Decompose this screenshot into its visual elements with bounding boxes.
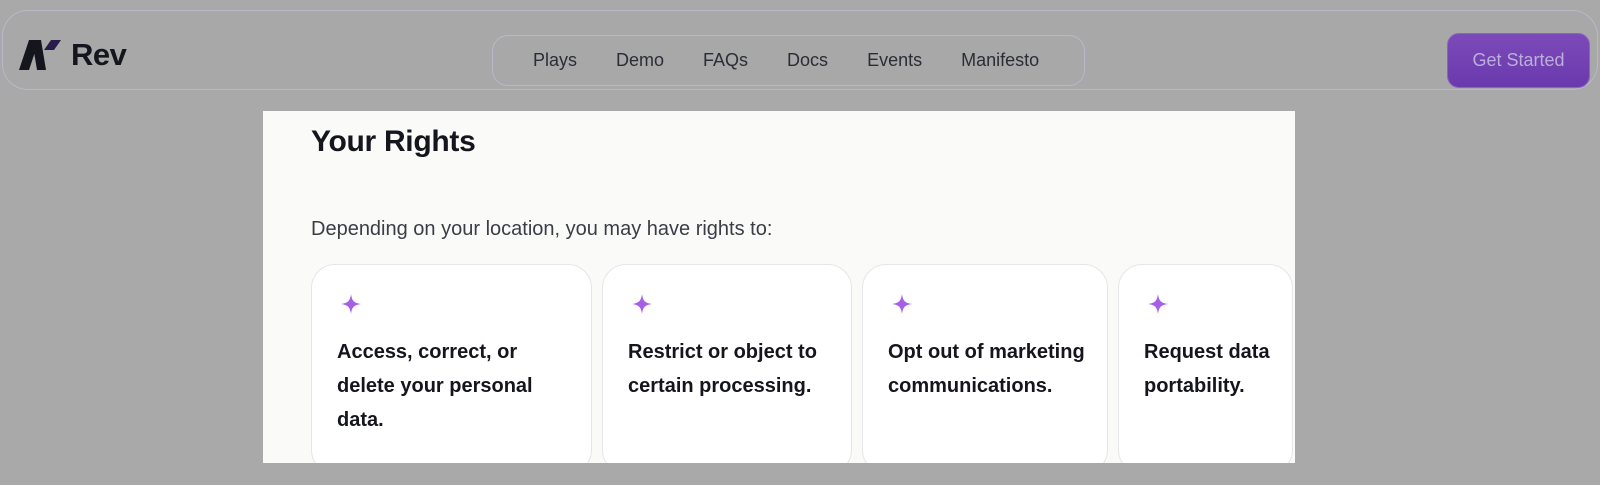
your-rights-section: Your Rights Depending on your location, … xyxy=(263,111,1295,463)
section-title: Your Rights xyxy=(311,125,476,158)
top-navbar: Rev Plays Demo FAQs Docs Events Manifest… xyxy=(2,10,1598,90)
nav-item-faqs[interactable]: FAQs xyxy=(703,50,748,71)
nav-item-demo[interactable]: Demo xyxy=(616,50,664,71)
get-started-button[interactable]: Get Started xyxy=(1447,33,1590,88)
card-text: Access, correct, or delete your personal… xyxy=(337,341,533,431)
sparkle-icon xyxy=(1148,294,1168,314)
nav-item-plays[interactable]: Plays xyxy=(533,50,577,71)
sparkle-icon xyxy=(892,294,912,314)
section-intro: Depending on your location, you may have… xyxy=(311,218,773,240)
rights-card-access: Access, correct, or delete your personal… xyxy=(311,264,592,463)
nav-item-events[interactable]: Events xyxy=(867,50,922,71)
rights-card-restrict: Restrict or object to certain processing… xyxy=(602,264,852,463)
brand-name: Rev xyxy=(71,37,127,72)
card-text: Request data portability. xyxy=(1144,341,1270,397)
sparkle-icon xyxy=(632,294,652,314)
nav-item-docs[interactable]: Docs xyxy=(787,50,828,71)
sparkle-icon xyxy=(341,294,361,314)
rev-logo-icon xyxy=(19,40,61,70)
nav-item-manifesto[interactable]: Manifesto xyxy=(961,50,1039,71)
brand-logo[interactable]: Rev xyxy=(19,35,127,75)
card-text: Restrict or object to certain processing… xyxy=(628,341,817,397)
card-text: Opt out of marketing communications. xyxy=(888,341,1085,397)
rights-card-portability: Request data portability. xyxy=(1118,264,1293,463)
rights-card-opt-out: Opt out of marketing communications. xyxy=(862,264,1108,463)
main-nav: Plays Demo FAQs Docs Events Manifesto xyxy=(492,35,1085,86)
